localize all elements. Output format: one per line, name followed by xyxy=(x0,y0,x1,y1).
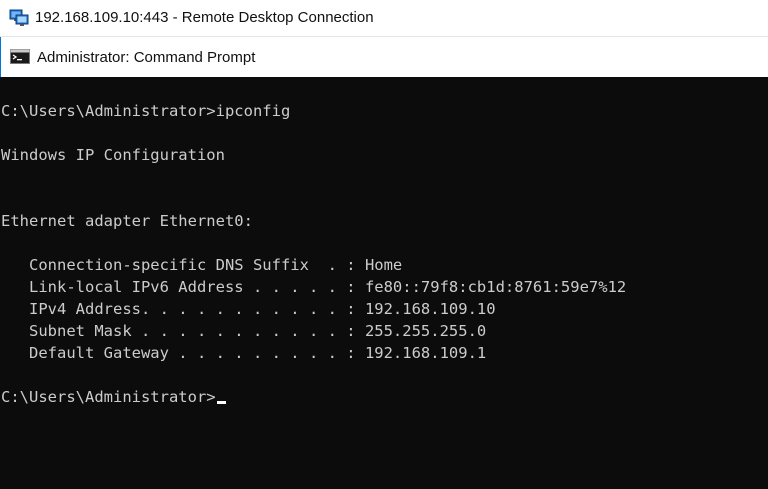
output-row: Default Gateway . . . . . . . . . : 192.… xyxy=(1,344,487,362)
output-row: Subnet Mask . . . . . . . . . . . : 255.… xyxy=(1,322,487,340)
remote-desktop-icon xyxy=(9,9,29,26)
rdp-window-title: 192.168.109.10:443 - Remote Desktop Conn… xyxy=(35,9,374,26)
output-row: IPv4 Address. . . . . . . . . . . : 192.… xyxy=(1,300,496,318)
prompt-text: C:\Users\Administrator> xyxy=(1,388,216,406)
adapter-line: Ethernet adapter Ethernet0: xyxy=(1,212,253,230)
cmd-titlebar[interactable]: Administrator: Command Prompt xyxy=(0,37,768,77)
text-cursor xyxy=(216,401,226,404)
command-prompt-icon xyxy=(10,49,30,64)
output-row: Connection-specific DNS Suffix . : Home xyxy=(1,256,403,274)
output-row: Link-local IPv6 Address . . . . . : fe80… xyxy=(1,278,627,296)
console-output[interactable]: C:\Users\Administrator>ipconfig Windows … xyxy=(0,77,768,489)
command-line: C:\Users\Administrator>ipconfig xyxy=(1,102,291,120)
cmd-window-title: Administrator: Command Prompt xyxy=(37,49,256,66)
prompt-line[interactable]: C:\Users\Administrator> xyxy=(1,387,226,407)
rdp-titlebar[interactable]: 192.168.109.10:443 - Remote Desktop Conn… xyxy=(0,0,768,37)
output-header: Windows IP Configuration xyxy=(1,146,225,164)
